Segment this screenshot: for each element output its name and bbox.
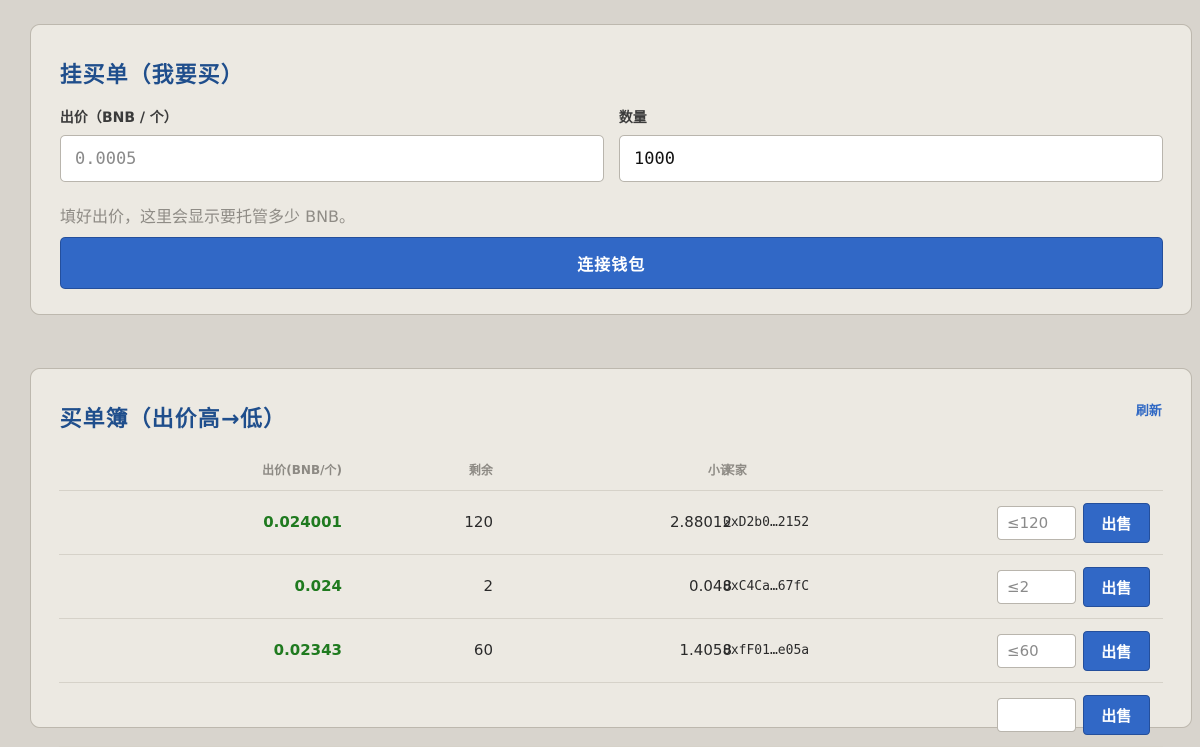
column-header-buyer: 买家 — [723, 463, 748, 477]
price-input[interactable] — [60, 135, 604, 182]
buy-order-card: 挂买单（我要买） 出价（BNB / 个） 数量 填好出价，这里会显示要托管多少 … — [30, 24, 1192, 315]
escrow-hint: 填好出价，这里会显示要托管多少 BNB。 — [60, 207, 356, 226]
refresh-link[interactable]: 刷新 — [1136, 400, 1162, 419]
order-price: 0.024001 — [263, 513, 342, 531]
order-buyer: 0xC4Ca…67fC — [723, 579, 810, 594]
price-label: 出价（BNB / 个） — [60, 110, 178, 126]
order-buyer: 0xD2b0…2152 — [723, 515, 810, 530]
quantity-label: 数量 — [619, 110, 647, 126]
order-book-title: 买单簿（出价高→低） — [60, 407, 287, 432]
column-header-price: 出价(BNB/个) — [262, 463, 342, 477]
sell-quantity-input[interactable] — [997, 570, 1076, 604]
order-row: 0.024001 120 2.88012 0xD2b0…2152 出售 — [59, 491, 1163, 555]
sell-quantity-input[interactable] — [997, 506, 1076, 540]
quantity-input[interactable] — [619, 135, 1163, 182]
order-price: 0.024 — [294, 577, 342, 595]
order-buyer: 0xfF01…e05a — [723, 643, 810, 658]
buy-order-title: 挂买单（我要买） — [60, 63, 245, 88]
order-book-rows: 0.024001 120 2.88012 0xD2b0…2152 出售 0.02… — [59, 491, 1163, 747]
sell-quantity-input[interactable] — [997, 634, 1076, 668]
order-row: 0.02343 60 1.4058 0xfF01…e05a 出售 — [59, 619, 1163, 683]
order-row: 出售 — [59, 683, 1163, 747]
sell-button[interactable]: 出售 — [1083, 503, 1150, 543]
order-book-card: 买单簿（出价高→低） 刷新 出价(BNB/个) 剩余 小计 买家 0.02400… — [30, 368, 1192, 747]
order-book-header: 出价(BNB/个) 剩余 小计 买家 — [59, 459, 1163, 491]
order-remaining: 2 — [483, 577, 493, 595]
connect-wallet-button[interactable]: 连接钱包 — [60, 237, 1163, 289]
sell-button[interactable]: 出售 — [1083, 567, 1150, 607]
order-remaining: 60 — [473, 641, 493, 659]
column-header-remaining: 剩余 — [468, 463, 493, 477]
order-price: 0.02343 — [273, 641, 342, 659]
order-remaining: 120 — [464, 513, 493, 531]
sell-quantity-input[interactable] — [997, 698, 1076, 732]
sell-button[interactable]: 出售 — [1083, 631, 1150, 671]
sell-button[interactable]: 出售 — [1083, 695, 1150, 735]
order-row: 0.024 2 0.048 0xC4Ca…67fC 出售 — [59, 555, 1163, 619]
